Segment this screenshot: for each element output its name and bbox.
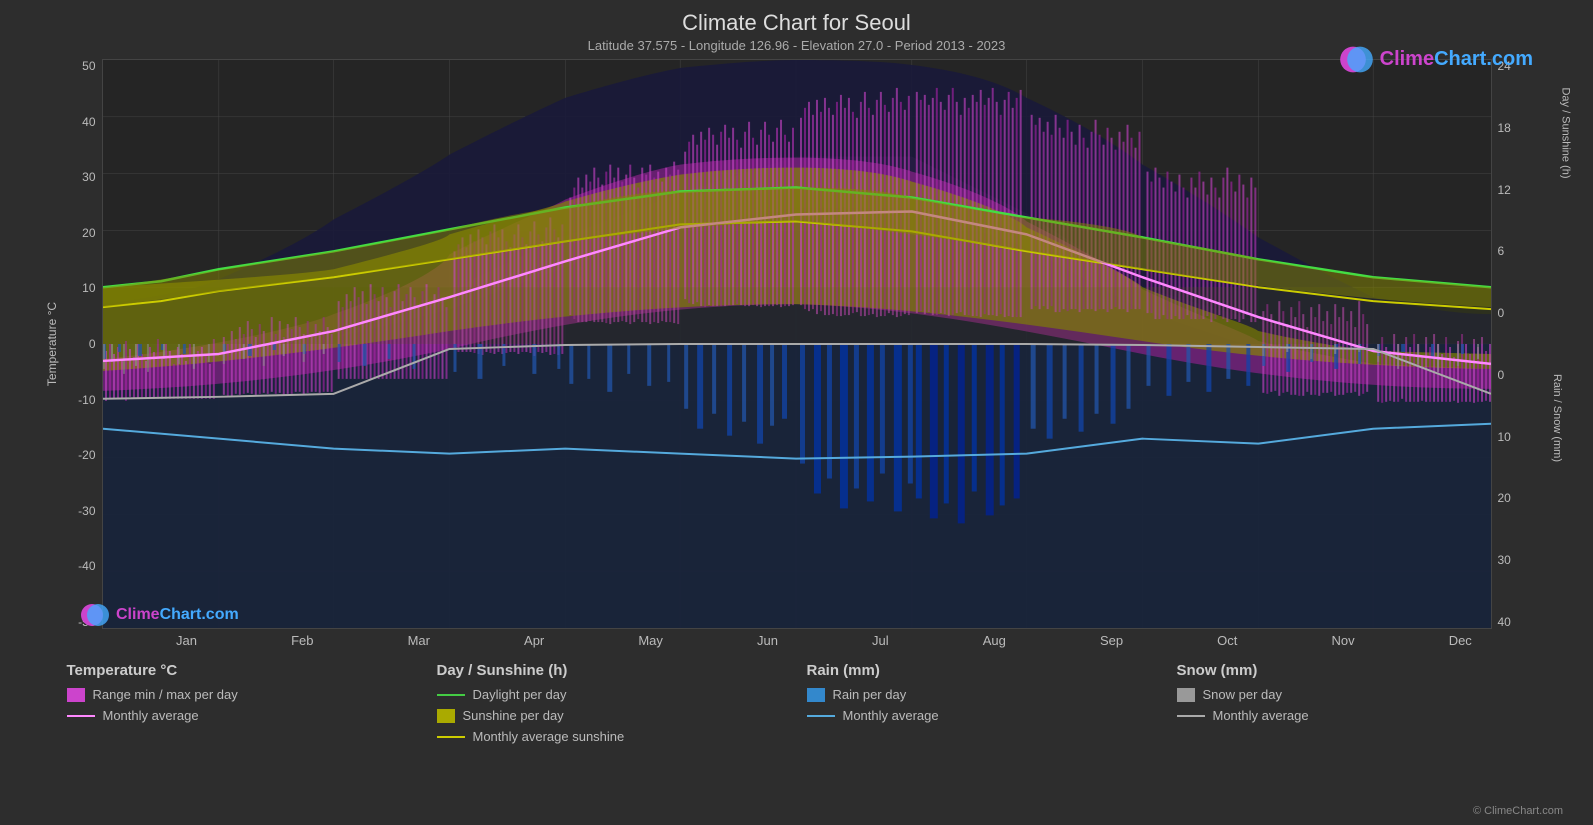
- y-axis-right: 24 18 12 6 0 0 10 20 30 40 Day / Sunshin…: [1492, 59, 1547, 629]
- legend-line-rain-avg: [807, 715, 835, 717]
- chart-area: Temperature °C 50 40 30 20 10 0 -10 -20 …: [47, 59, 1547, 629]
- right-y-val-0b: 0: [1498, 368, 1505, 382]
- y-val-40: 40: [82, 115, 95, 129]
- legend-label-snow-avg: Monthly average: [1213, 708, 1309, 723]
- legend-item-rain: Rain per day: [807, 687, 1157, 702]
- chart-svg: [103, 60, 1491, 628]
- month-nov: Nov: [1331, 633, 1354, 648]
- month-jan: Jan: [176, 633, 197, 648]
- legend-label-daylight: Daylight per day: [473, 687, 567, 702]
- page-title: Climate Chart for Seoul: [682, 10, 911, 36]
- legend-label-snow: Snow per day: [1203, 687, 1283, 702]
- legend-line-snow-avg: [1177, 715, 1205, 717]
- page-wrapper: Climate Chart for Seoul Latitude 37.575 …: [0, 0, 1593, 825]
- watermark-top: ClimeChart.com: [1339, 42, 1533, 77]
- legend-line-sunshine-avg: [437, 736, 465, 738]
- logo-icon-top: [1339, 42, 1374, 77]
- month-mar: Mar: [408, 633, 430, 648]
- x-axis: Jan Feb Mar Apr May Jun Jul Aug Sep Oct …: [129, 629, 1519, 648]
- right-axis-bottom-label: Rain / Snow (mm): [1551, 374, 1563, 462]
- y-axis-right-values: 24 18 12 6 0 0 10 20 30 40: [1492, 59, 1547, 629]
- legend-label-temp-range: Range min / max per day: [93, 687, 238, 702]
- y-val-0: 0: [89, 337, 96, 351]
- month-aug: Aug: [983, 633, 1006, 648]
- month-jun: Jun: [757, 633, 778, 648]
- month-sep: Sep: [1100, 633, 1123, 648]
- legend-label-sunshine: Sunshine per day: [463, 708, 564, 723]
- month-dec: Dec: [1449, 633, 1472, 648]
- legend-swatch-snow: [1177, 688, 1195, 702]
- right-axis-top-label: Day / Sunshine (h): [1560, 88, 1572, 179]
- legend-col-snow: Snow (mm) Snow per day Monthly average: [1167, 662, 1537, 750]
- page-subtitle: Latitude 37.575 - Longitude 126.96 - Ele…: [588, 38, 1006, 53]
- legend-label-rain-avg: Monthly average: [843, 708, 939, 723]
- chart-main: [102, 59, 1492, 629]
- y-val-10: 10: [82, 281, 95, 295]
- right-y-val-20: 20: [1498, 491, 1511, 505]
- watermark-bottom-text: ClimeChart.com: [116, 606, 239, 624]
- watermark-bottom: ClimeChart.com: [80, 600, 239, 630]
- legend-item-sunshine: Sunshine per day: [437, 708, 787, 723]
- legend-col-temperature: Temperature °C Range min / max per day M…: [57, 662, 427, 750]
- legend-swatch-temp-range: [67, 688, 85, 702]
- month-jul: Jul: [872, 633, 889, 648]
- legend-label-temp-avg: Monthly average: [103, 708, 199, 723]
- legend-item-snow-avg: Monthly average: [1177, 708, 1527, 723]
- y-val-minus20: -20: [78, 448, 95, 462]
- legend-label-sunshine-avg: Monthly average sunshine: [473, 729, 625, 744]
- month-apr: Apr: [524, 633, 544, 648]
- x-axis-wrapper: Jan Feb Mar Apr May Jun Jul Aug Sep Oct …: [129, 629, 1519, 648]
- legend-line-daylight: [437, 694, 465, 696]
- y-val-30: 30: [82, 170, 95, 184]
- legend-line-temp-avg: [67, 715, 95, 717]
- legend-label-rain: Rain per day: [833, 687, 907, 702]
- legend-col-rain: Rain (mm) Rain per day Monthly average: [797, 662, 1167, 750]
- logo-icon-bottom: [80, 600, 110, 630]
- right-y-val-12: 12: [1498, 183, 1511, 197]
- y-val-20: 20: [82, 226, 95, 240]
- right-y-val-40: 40: [1498, 615, 1511, 629]
- legend-title-temperature: Temperature °C: [67, 662, 417, 679]
- y-val-minus40: -40: [78, 559, 95, 573]
- legend-item-daylight: Daylight per day: [437, 687, 787, 702]
- right-y-val-10: 10: [1498, 430, 1511, 444]
- legend-item-rain-avg: Monthly average: [807, 708, 1157, 723]
- legend-item-snow: Snow per day: [1177, 687, 1527, 702]
- right-y-val-18: 18: [1498, 121, 1511, 135]
- legend-item-temp-avg: Monthly average: [67, 708, 417, 723]
- legend-item-temp-range: Range min / max per day: [67, 687, 417, 702]
- copyright: © ClimeChart.com: [1473, 805, 1563, 817]
- legend-area: Temperature °C Range min / max per day M…: [47, 662, 1547, 750]
- y-axis-left-label: Temperature °C: [45, 302, 59, 386]
- watermark-top-text: ClimeChart.com: [1380, 48, 1533, 71]
- right-y-val-0a: 0: [1498, 306, 1505, 320]
- legend-title-rain: Rain (mm): [807, 662, 1157, 679]
- y-val-50: 50: [82, 59, 95, 73]
- month-may: May: [638, 633, 663, 648]
- legend-col-sunshine: Day / Sunshine (h) Daylight per day Suns…: [427, 662, 797, 750]
- legend-swatch-rain: [807, 688, 825, 702]
- y-val-minus30: -30: [78, 504, 95, 518]
- y-axis-left: Temperature °C 50 40 30 20 10 0 -10 -20 …: [47, 59, 102, 629]
- legend-item-sunshine-avg: Monthly average sunshine: [437, 729, 787, 744]
- month-feb: Feb: [291, 633, 313, 648]
- y-val-minus10: -10: [78, 393, 95, 407]
- legend-title-snow: Snow (mm): [1177, 662, 1527, 679]
- month-oct: Oct: [1217, 633, 1237, 648]
- right-y-val-6: 6: [1498, 244, 1505, 258]
- legend-title-sunshine: Day / Sunshine (h): [437, 662, 787, 679]
- legend-swatch-sunshine: [437, 709, 455, 723]
- right-y-val-30: 30: [1498, 553, 1511, 567]
